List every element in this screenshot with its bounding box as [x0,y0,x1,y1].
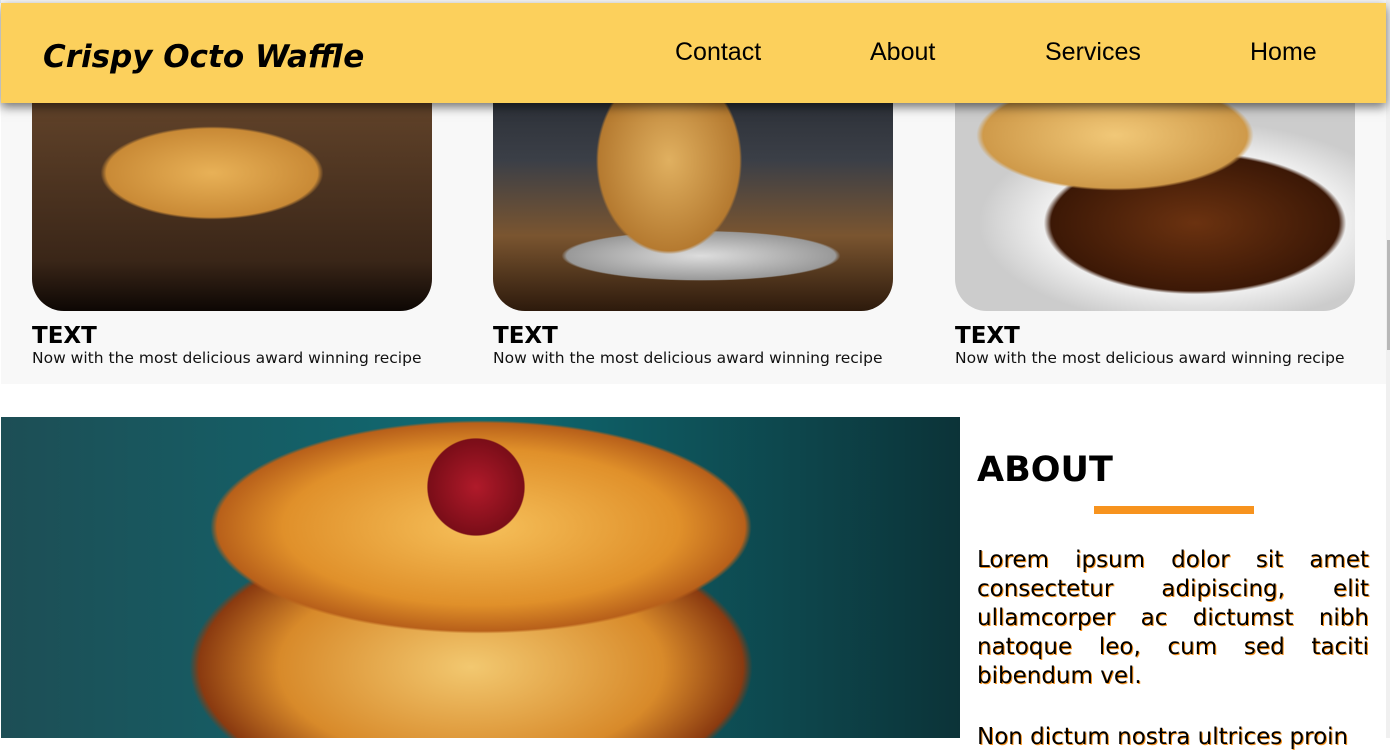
card-title: TEXT [955,323,1020,349]
card-text: Now with the most delicious award winnin… [955,349,1345,367]
nav-home[interactable]: Home [1250,38,1317,67]
card[interactable]: TEXT Now with the most delicious award w… [955,60,1355,367]
nav-contact[interactable]: Contact [675,38,761,67]
card[interactable]: TEXT Now with the most delicious award w… [32,60,432,367]
site-header: Crispy Octo Waffle Contact About Service… [1,3,1386,103]
card-title: TEXT [32,323,97,349]
title-underline [1094,506,1254,514]
card-title: TEXT [493,323,558,349]
scrollbar-track[interactable] [1386,0,1390,738]
nav-services[interactable]: Services [1045,38,1141,67]
brand-logo[interactable]: Crispy Octo Waffle [43,39,364,75]
about-paragraph: Lorem ipsum dolor sit amet consectetur a… [977,547,1369,689]
card[interactable]: TEXT Now with the most delicious award w… [493,60,893,367]
card-text: Now with the most delicious award winnin… [32,349,422,367]
card-text: Now with the most delicious award winnin… [493,349,883,367]
about-section: ABOUT Lorem ipsum dolor sit amet consect… [977,450,1369,752]
about-title: ABOUT [977,450,1113,490]
about-waffle-image [1,417,960,738]
nav-about[interactable]: About [870,38,935,67]
